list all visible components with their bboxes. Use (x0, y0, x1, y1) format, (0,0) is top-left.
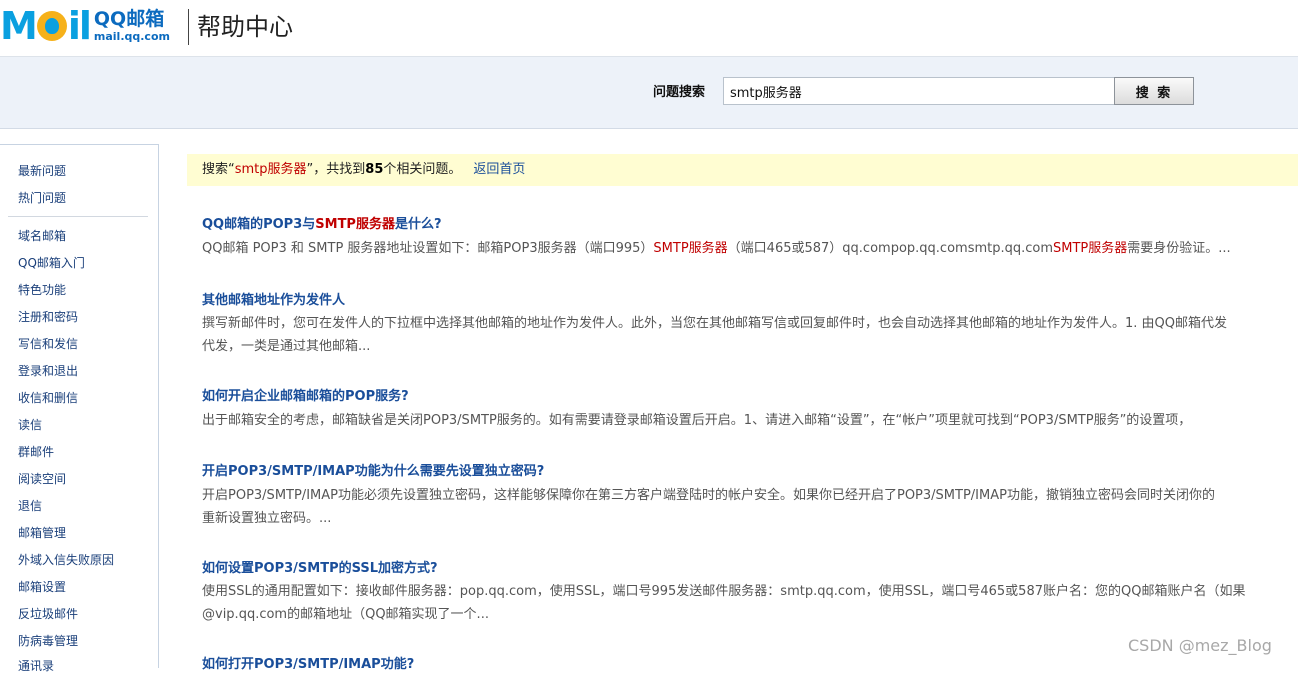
sidebar-item[interactable]: 外域入信失败原因 (18, 552, 114, 568)
sidebar-item[interactable]: 域名邮箱 (18, 228, 66, 244)
result-snippet: 撰写新邮件时，您可在发件人的下拉框中选择其他邮箱的地址作为发件人。此外，当您在其… (202, 316, 1228, 331)
logo-text: QQ邮箱 mail.qq.com (93, 8, 170, 43)
sidebar-item-latest[interactable]: 最新问题 (18, 163, 66, 179)
result-title-link[interactable]: 如何设置POP3/SMTP的SSL加密方式? (202, 557, 438, 576)
result-snippet: 使用SSL的通用配置如下：接收邮件服务器：pop.qq.com，使用SSL，端口… (202, 584, 1246, 599)
result-snippet: 重新设置独立密码。... (202, 511, 332, 526)
result-snippet: 代发，一类是通过其他邮箱... (202, 339, 371, 354)
logo-circle-icon (36, 11, 67, 41)
result-snippet: @vip.qq.com的邮箱地址（QQ邮箱实现了一个... (202, 607, 489, 622)
sidebar-item[interactable]: 反垃圾邮件 (18, 606, 78, 622)
result-title-link[interactable]: 开启POP3/SMTP/IMAP功能为什么需要先设置独立密码? (202, 460, 544, 479)
result-title-link[interactable]: 其他邮箱地址作为发件人 (202, 289, 345, 308)
logo-domain: mail.qq.com (93, 30, 170, 43)
sidebar-item[interactable]: 退信 (18, 498, 42, 514)
search-bar: 问题搜索 搜 索 (0, 57, 1298, 129)
page-title: 帮助中心 (197, 13, 293, 41)
search-input[interactable] (723, 77, 1115, 105)
search-button[interactable]: 搜 索 (1114, 77, 1194, 105)
sidebar-item[interactable]: 写信和发信 (18, 336, 78, 352)
mail-logo-mark: M il (0, 4, 92, 48)
sidebar-item[interactable]: 防病毒管理 (18, 633, 78, 649)
sidebar-nav: 最新问题 热门问题 域名邮箱 QQ邮箱入门 特色功能 注册和密码 写信和发信 登… (0, 144, 159, 673)
search-result-notice: 搜索“smtp服务器”，共找到85个相关问题。 返回首页 (187, 154, 1298, 186)
header-divider (188, 9, 189, 45)
result-snippet: 开启POP3/SMTP/IMAP功能必须先设置独立密码，这样能够保障你在第三方客… (202, 488, 1215, 503)
header: M il QQ邮箱 mail.qq.com 帮助中心 (0, 0, 1298, 57)
sidebar-item[interactable]: 登录和退出 (18, 363, 78, 379)
query-highlight: smtp服务器 (234, 162, 307, 177)
sidebar-item[interactable]: 读信 (18, 417, 42, 433)
result-summary: 搜索“smtp服务器”，共找到85个相关问题。 返回首页 (202, 162, 526, 177)
sidebar-item[interactable]: QQ邮箱入门 (18, 255, 85, 271)
sidebar-item-hot[interactable]: 热门问题 (18, 190, 66, 206)
sidebar-divider (8, 216, 148, 217)
qq-mail-logo[interactable]: M il QQ邮箱 mail.qq.com (0, 6, 170, 46)
sidebar-item[interactable]: 特色功能 (18, 282, 66, 298)
sidebar-item[interactable]: 阅读空间 (18, 471, 66, 487)
result-title-link[interactable]: 如何开启企业邮箱邮箱的POP服务? (202, 385, 409, 404)
sidebar-item[interactable]: 群邮件 (18, 444, 54, 460)
sidebar-item[interactable]: 通讯录 (18, 658, 54, 674)
result-title-link[interactable]: 如何打开POP3/SMTP/IMAP功能? (202, 653, 414, 672)
sidebar-item[interactable]: 邮箱设置 (18, 579, 66, 595)
watermark: CSDN @mez_Blog (1128, 636, 1272, 655)
logo-product-name: QQ邮箱 (93, 8, 165, 30)
result-title-link[interactable]: QQ邮箱的POP3与SMTP服务器是什么? (202, 213, 442, 232)
sidebar-item[interactable]: 注册和密码 (18, 309, 78, 325)
sidebar-item[interactable]: 邮箱管理 (18, 525, 66, 541)
result-snippet: 出于邮箱安全的考虑，邮箱缺省是关闭POP3/SMTP服务的。如有需要请登录邮箱设… (202, 413, 1192, 428)
result-count: 85 (365, 162, 384, 177)
sidebar-item[interactable]: 收信和删信 (18, 390, 78, 406)
result-snippet: QQ邮箱 POP3 和 SMTP 服务器地址设置如下：邮箱POP3服务器（端口9… (202, 241, 1231, 256)
back-home-link[interactable]: 返回首页 (473, 162, 525, 177)
search-label: 问题搜索 (653, 85, 706, 100)
